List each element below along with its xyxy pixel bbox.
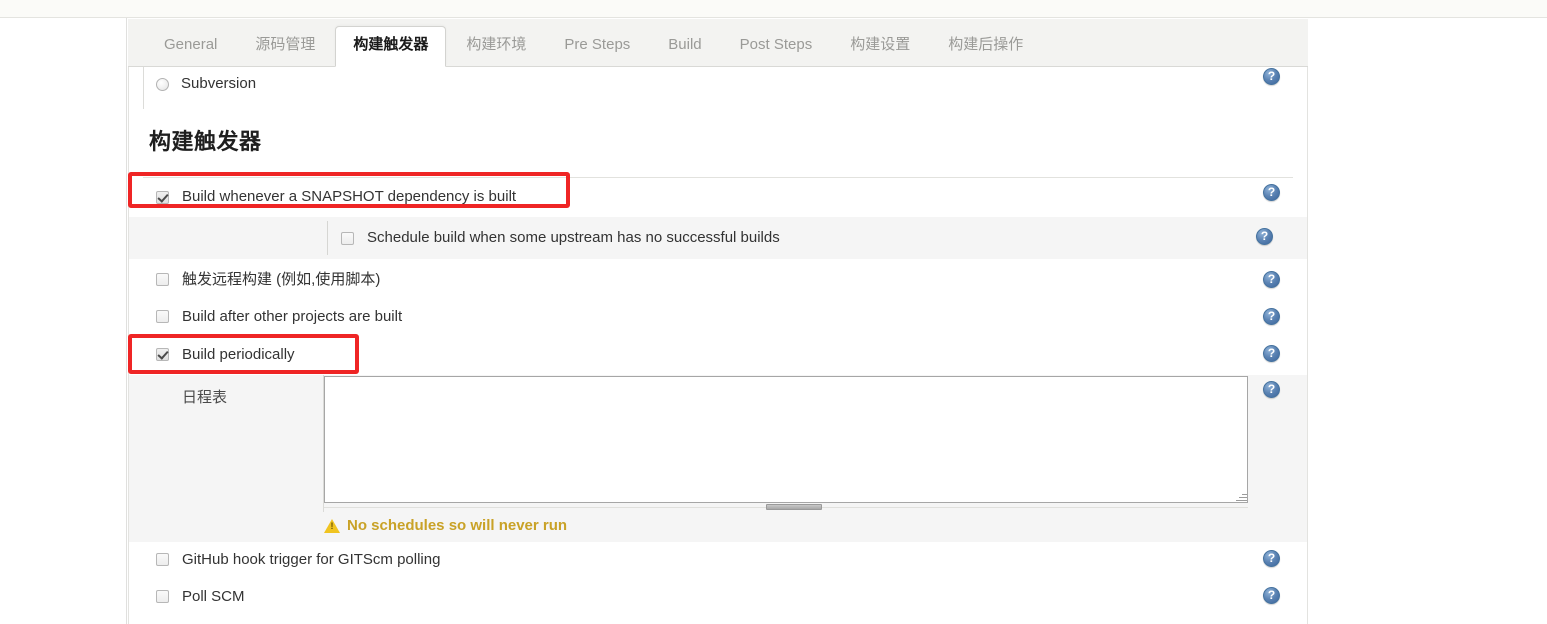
page-top-strip (0, 0, 1547, 18)
label-github-hook-trigger: GitHub hook trigger for GITScm polling (182, 550, 441, 568)
schedule-textarea[interactable] (324, 376, 1248, 503)
tab-pre-steps[interactable]: Pre Steps (546, 26, 648, 66)
tab-source-code-management[interactable]: 源码管理 (237, 26, 333, 66)
config-form-panel: Subversion 构建触发器 Build whenever a SNAPSH… (128, 67, 1308, 624)
help-icon-github-hook-trigger[interactable] (1263, 550, 1280, 567)
row-schedule-build-when-upstream-has-no-successful-builds[interactable]: Schedule build when some upstream has no… (129, 217, 1307, 259)
help-icon-build-periodically[interactable] (1263, 345, 1280, 362)
schedule-warning-text: No schedules so will never run (347, 517, 568, 534)
checkbox-poll-scm[interactable] (156, 590, 169, 603)
tab-build-triggers[interactable]: 构建触发器 (335, 26, 447, 67)
tab-build-settings[interactable]: 构建设置 (832, 26, 928, 66)
warning-triangle-icon (324, 518, 340, 533)
config-tab-bar: General 源码管理 构建触发器 构建环境 Pre Steps Build … (128, 19, 1308, 67)
row-build-periodically[interactable]: Build periodically (129, 336, 1307, 373)
page-left-gutter (0, 18, 127, 624)
row-subversion[interactable]: Subversion (129, 67, 1307, 101)
subversion-label: Subversion (181, 75, 257, 92)
label-snapshot-dependency: Build whenever a SNAPSHOT dependency is … (182, 188, 517, 205)
subversion-radio[interactable] (156, 77, 169, 91)
schedule-warning: No schedules so will never run (324, 517, 567, 534)
help-icon-schedule[interactable] (1263, 381, 1280, 398)
label-schedule-upstream: Schedule build when some upstream has no… (367, 229, 780, 246)
checkbox-trigger-remotely[interactable] (156, 273, 169, 286)
checkbox-build-after-other-projects[interactable] (156, 310, 169, 323)
checkbox-snapshot-dependency[interactable] (156, 190, 169, 204)
label-build-periodically: Build periodically (182, 345, 295, 363)
schedule-field-label: 日程表 (182, 389, 228, 406)
row-poll-scm[interactable]: Poll SCM (129, 579, 1307, 614)
tab-post-steps[interactable]: Post Steps (722, 26, 831, 66)
jenkins-job-config-screen: General 源码管理 构建触发器 构建环境 Pre Steps Build … (0, 0, 1547, 624)
tab-build-environment[interactable]: 构建环境 (448, 26, 544, 66)
help-icon-trigger-remotely[interactable] (1263, 271, 1280, 288)
schedule-drag-handle[interactable] (766, 504, 822, 510)
page-right-gutter (1308, 18, 1547, 624)
tab-post-build-actions[interactable]: 构建后操作 (930, 26, 1041, 66)
help-icon-subversion[interactable] (1263, 68, 1280, 85)
nested-group-rail (327, 221, 328, 255)
help-icon-snapshot-dependency[interactable] (1263, 184, 1280, 201)
checkbox-schedule-upstream[interactable] (341, 231, 354, 245)
tab-build[interactable]: Build (650, 26, 719, 66)
help-icon-schedule-upstream[interactable] (1256, 228, 1273, 245)
row-build-whenever-snapshot-dependency-is-built[interactable]: Build whenever a SNAPSHOT dependency is … (129, 177, 1307, 217)
row-github-hook-trigger[interactable]: GitHub hook trigger for GITScm polling (129, 542, 1307, 577)
row-build-after-other-projects-are-built[interactable]: Build after other projects are built (129, 299, 1307, 334)
label-build-after-other-projects: Build after other projects are built (182, 307, 403, 325)
row-trigger-builds-remotely[interactable]: 触发远程构建 (例如,使用脚本) (129, 262, 1307, 297)
section-title-build-triggers: 构建触发器 (149, 129, 262, 154)
label-trigger-remotely: 触发远程构建 (例如,使用脚本) (182, 270, 381, 288)
checkbox-build-periodically[interactable] (156, 348, 169, 361)
checkbox-github-hook-trigger[interactable] (156, 553, 169, 566)
help-icon-poll-scm[interactable] (1263, 587, 1280, 604)
tab-general[interactable]: General (146, 26, 235, 66)
help-icon-build-after-other-projects[interactable] (1263, 308, 1280, 325)
label-poll-scm: Poll SCM (182, 587, 245, 605)
